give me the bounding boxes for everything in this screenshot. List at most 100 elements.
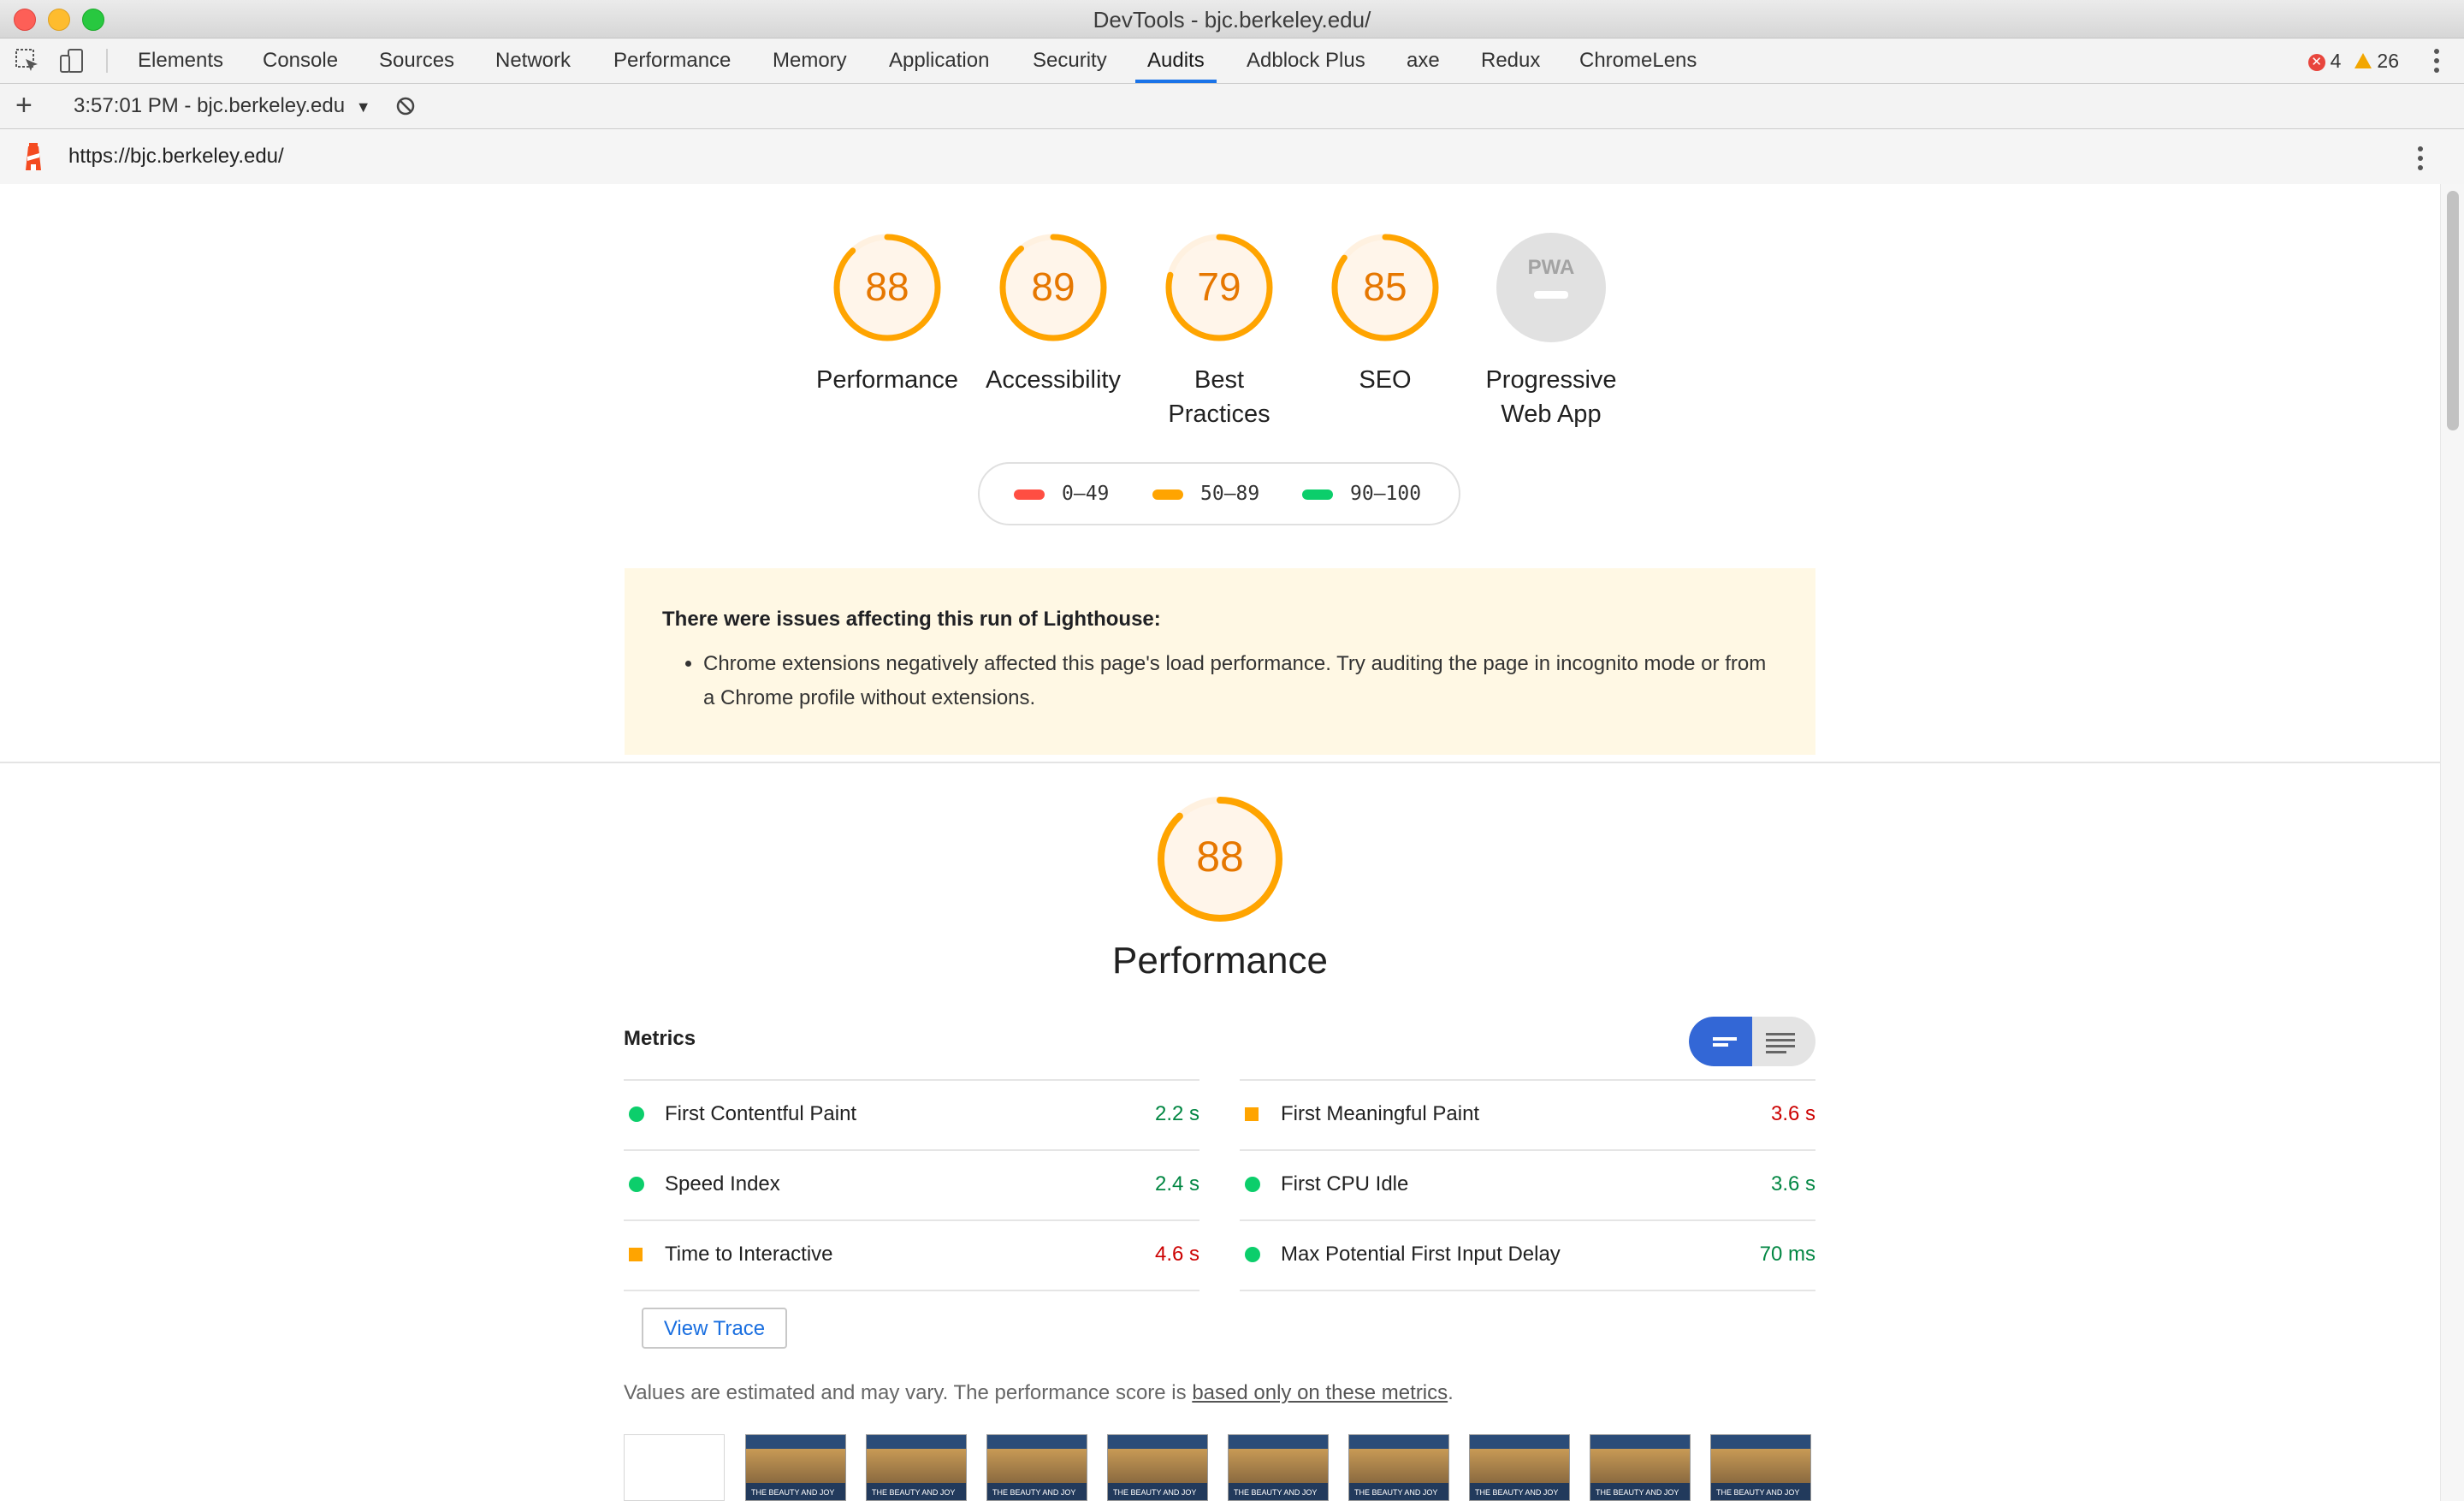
- devtools-tabbar: Elements Console Sources Network Perform…: [0, 39, 2464, 84]
- tab-console[interactable]: Console: [263, 39, 338, 83]
- frame-caption: THE BEAUTY AND JOY: [1716, 1488, 1800, 1497]
- metric-value: 3.6 s: [1770, 1172, 1815, 1195]
- gauge-performance[interactable]: 88 Performance: [802, 231, 973, 397]
- device-toolbar-icon[interactable]: [58, 47, 86, 74]
- gauge-label-line1: Best: [1194, 366, 1245, 394]
- disclaimer-end: .: [1448, 1381, 1454, 1404]
- new-audit-button[interactable]: +: [15, 91, 33, 120]
- report-menu-icon[interactable]: [2418, 146, 2423, 175]
- metrics-heading: Metrics: [624, 1027, 696, 1050]
- metric-name: First Meaningful Paint: [1281, 1102, 1480, 1125]
- legend-pass: 90–100: [1302, 464, 1421, 524]
- legend-swatch: [1302, 489, 1333, 500]
- run-warnings-title: There were issues affecting this run of …: [662, 608, 1161, 631]
- audits-toolbar: + 3:57:01 PM - bjc.berkeley.edu ▼: [0, 84, 2464, 129]
- frame-caption: THE BEAUTY AND JOY: [751, 1488, 835, 1497]
- filmstrip-frame: THE BEAUTY AND JOY: [1107, 1434, 1208, 1501]
- gauge-label: Best Practices: [1134, 363, 1305, 431]
- run-warnings-list: Chrome extensions negatively affected th…: [662, 647, 1778, 715]
- score-scale-legend: 0–49 50–89 90–100: [978, 462, 1460, 525]
- metric-max-potential-fid: Max Potential First Input Delay 70 ms: [1240, 1220, 1815, 1289]
- report-selector-label: 3:57:01 PM - bjc.berkeley.edu: [74, 94, 346, 117]
- gauge-score: 79: [1197, 264, 1241, 309]
- metric-first-cpu-idle: First CPU Idle 3.6 s: [1240, 1150, 1815, 1219]
- inspect-element-icon[interactable]: [14, 47, 41, 74]
- clear-reports-icon[interactable]: [395, 96, 416, 116]
- performance-score: 88: [1196, 833, 1244, 881]
- gauge-pwa[interactable]: PWA Progressive Web App: [1466, 231, 1637, 431]
- legend-average: 50–89: [1152, 464, 1259, 524]
- filmstrip-frame: THE BEAUTY AND JOY: [866, 1434, 967, 1501]
- frame-caption: THE BEAUTY AND JOY: [1475, 1488, 1559, 1497]
- gauge-accessibility[interactable]: 89 Accessibility: [968, 231, 1139, 397]
- legend-swatch: [1152, 489, 1183, 500]
- gauge-label-line2: Web App: [1501, 400, 1602, 428]
- toolbar-divider: [106, 49, 108, 73]
- gauge-best-practices[interactable]: 79 Best Practices: [1134, 231, 1305, 431]
- metric-first-contentful-paint: First Contentful Paint 2.2 s: [624, 1080, 1199, 1148]
- tab-performance[interactable]: Performance: [613, 39, 731, 83]
- tab-application[interactable]: Application: [889, 39, 989, 83]
- frame-caption: THE BEAUTY AND JOY: [992, 1488, 1076, 1497]
- metrics-calculator-link[interactable]: based only on these metrics: [1192, 1381, 1448, 1404]
- frame-caption: THE BEAUTY AND JOY: [1234, 1488, 1318, 1497]
- warning-count: 26: [2377, 50, 2399, 72]
- chevron-down-icon: ▼: [355, 98, 371, 116]
- tab-sources[interactable]: Sources: [379, 39, 454, 83]
- section-divider: [0, 762, 2440, 763]
- gauge-label: Accessibility: [986, 366, 1121, 394]
- metric-name: Max Potential First Input Delay: [1281, 1243, 1561, 1266]
- tab-redux[interactable]: Redux: [1481, 39, 1540, 83]
- pass-indicator-icon: [629, 1177, 644, 1192]
- compact-view-button[interactable]: [1689, 1017, 1752, 1066]
- expanded-list-icon[interactable]: [1752, 1017, 1815, 1066]
- tab-adblock-plus[interactable]: Adblock Plus: [1247, 39, 1365, 83]
- metric-value: 3.6 s: [1770, 1102, 1815, 1125]
- gauge-score: 88: [865, 264, 909, 309]
- tab-security[interactable]: Security: [1033, 39, 1107, 83]
- filmstrip-frame: THE BEAUTY AND JOY: [1710, 1434, 1811, 1501]
- metrics-row-divider: [624, 1290, 1199, 1291]
- average-indicator-icon: [629, 1248, 643, 1261]
- filmstrip-frame: THE BEAUTY AND JOY: [1590, 1434, 1691, 1501]
- pass-indicator-icon: [1245, 1177, 1260, 1192]
- tab-elements[interactable]: Elements: [138, 39, 223, 83]
- tab-network[interactable]: Network: [495, 39, 571, 83]
- metric-name: Time to Interactive: [665, 1243, 833, 1266]
- gauge-label: Performance: [815, 366, 958, 394]
- report-selector[interactable]: 3:57:01 PM - bjc.berkeley.edu ▼: [74, 84, 371, 128]
- average-indicator-icon: [1245, 1107, 1259, 1121]
- metric-value: 70 ms: [1759, 1243, 1815, 1266]
- view-trace-button[interactable]: View Trace: [642, 1308, 787, 1349]
- gauge-label: SEO: [1359, 366, 1412, 394]
- devtools-menu-icon[interactable]: [2434, 49, 2439, 77]
- pwa-badge-icon: PWA: [1496, 233, 1606, 342]
- run-warning-item: Chrome extensions negatively affected th…: [703, 647, 1778, 715]
- gauge-label-line2: Practices: [1168, 400, 1270, 428]
- console-counts[interactable]: ✕ 4 26: [2307, 39, 2399, 83]
- warning-icon: [2354, 52, 2372, 68]
- window-titlebar: DevTools - bjc.berkeley.edu/: [0, 0, 2464, 39]
- performance-gauge: 88: [1155, 794, 1285, 924]
- metric-name: Speed Index: [665, 1172, 780, 1195]
- error-count: 4: [2330, 50, 2342, 72]
- frame-caption: THE BEAUTY AND JOY: [1354, 1488, 1438, 1497]
- tab-audits[interactable]: Audits: [1135, 39, 1217, 83]
- gauge-label: Progressive Web App: [1466, 363, 1637, 431]
- gauge-seo[interactable]: 85 SEO: [1300, 231, 1471, 397]
- metrics-row-divider: [1240, 1290, 1815, 1291]
- tab-memory[interactable]: Memory: [773, 39, 847, 83]
- scrollbar-thumb[interactable]: [2447, 191, 2459, 430]
- gauge-score: 85: [1363, 264, 1407, 309]
- metrics-view-toggle[interactable]: [1689, 1017, 1815, 1066]
- filmstrip-frame: [624, 1434, 725, 1501]
- filmstrip-frame: THE BEAUTY AND JOY: [1469, 1434, 1570, 1501]
- filmstrip-frame: THE BEAUTY AND JOY: [986, 1434, 1087, 1501]
- report-scrollbar[interactable]: [2440, 184, 2464, 1501]
- compact-list-icon: [1713, 1037, 1737, 1047]
- lighthouse-icon: [26, 143, 41, 170]
- legend-range: 90–100: [1350, 483, 1422, 505]
- tab-axe[interactable]: axe: [1407, 39, 1440, 83]
- metric-speed-index: Speed Index 2.4 s: [624, 1150, 1199, 1219]
- tab-chromelens[interactable]: ChromeLens: [1579, 39, 1697, 83]
